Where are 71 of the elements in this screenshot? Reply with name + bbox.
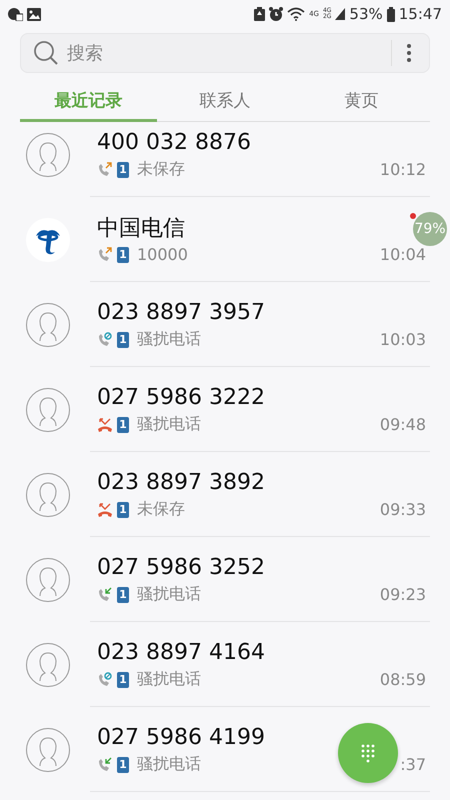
outgoing-call-icon [97, 162, 113, 178]
call-log-item[interactable]: 400 032 8876 1 未保存 10:12 [0, 122, 450, 197]
call-label: 骚扰电话 [137, 414, 202, 435]
call-label: 骚扰电话 [137, 754, 202, 775]
call-log-item[interactable]: 027 5986 3252 1 骚扰电话 09:23 [0, 537, 450, 622]
incoming-call-icon [97, 586, 113, 602]
tab[interactable]: 联系人 [156, 81, 294, 122]
avatar-icon [26, 302, 70, 346]
call-label: 未保存 [137, 159, 186, 180]
incoming-call-icon [97, 756, 113, 772]
call-label: 骚扰电话 [137, 329, 202, 350]
call-log-item[interactable]: 023 8897 3892 1 未保存 09:33 [0, 452, 450, 537]
call-time: 10:04 [380, 245, 426, 264]
phone-number: 中国电信 [97, 215, 185, 243]
phone-number: 027 5986 3222 [97, 384, 265, 412]
phone-number: 027 5986 4199 [97, 724, 265, 752]
search-icon [33, 40, 59, 66]
clock: 15:47 [398, 5, 442, 23]
phone-number: 027 5986 3252 [97, 554, 265, 582]
call-time: :37 [400, 755, 426, 774]
notification-dot [410, 213, 416, 219]
sim-badge: 1 [117, 502, 129, 518]
sim-badge: 1 [117, 332, 129, 348]
sim-badge: 1 [117, 672, 129, 688]
sim-badge: 1 [117, 162, 129, 178]
dialpad-icon [361, 744, 375, 762]
phone-number: 023 8897 3892 [97, 469, 265, 497]
sim-badge: 1 [117, 246, 129, 262]
sim-badge: 1 [117, 586, 129, 602]
battery-saver-icon [254, 7, 266, 21]
image-icon [27, 8, 41, 20]
sim-badge: 1 [117, 756, 129, 772]
avatar-icon [26, 642, 70, 686]
outgoing-call-icon [97, 246, 113, 262]
blocked-call-icon [97, 332, 113, 348]
call-time: 08:59 [380, 670, 426, 689]
search-bar[interactable]: 搜索 [20, 33, 430, 73]
call-log-item[interactable]: 027 5986 3222 1 骚扰电话 09:48 [0, 367, 450, 452]
alarm-icon [269, 7, 284, 21]
blocked-call-icon [97, 672, 113, 688]
tab[interactable]: 黄页 [293, 81, 430, 122]
call-time: 09:48 [380, 415, 426, 434]
call-label: 骚扰电话 [137, 584, 202, 605]
avatar-icon [26, 472, 70, 516]
avatar-icon [26, 728, 70, 772]
logo-icon [26, 218, 70, 262]
call-time: 09:23 [380, 585, 426, 604]
call-time: 09:33 [380, 500, 426, 519]
phone-number: 023 8897 3957 [97, 299, 265, 327]
sim-badge: 1 [117, 416, 129, 432]
call-label: 未保存 [137, 499, 186, 520]
call-label: 10000 [137, 245, 189, 264]
call-log-item[interactable]: 027 5986 4199 1 骚扰电话 :37 [0, 707, 450, 792]
phone-number: 023 8897 4164 [97, 639, 265, 667]
battery-icon [386, 6, 395, 22]
more-options-icon[interactable] [406, 43, 412, 63]
call-label: 骚扰电话 [137, 669, 202, 690]
call-log-item[interactable]: 023 8897 4164 1 骚扰电话 08:59 [0, 622, 450, 707]
battery-percent: 53% [349, 5, 383, 23]
signal-icon [335, 8, 346, 20]
wifi-icon [287, 7, 306, 21]
call-time: 10:03 [380, 330, 426, 349]
search-field[interactable]: 搜索 [65, 42, 391, 64]
avatar-icon [26, 388, 70, 432]
rejected-call-icon [97, 416, 113, 432]
phone-number: 400 032 8876 [97, 129, 251, 157]
call-log-item[interactable]: 023 8897 3957 1 骚扰电话 10:03 [0, 282, 450, 367]
avatar-icon [26, 132, 70, 176]
avatar-icon [26, 558, 70, 602]
call-time: 10:12 [380, 160, 426, 179]
rejected-call-icon [97, 502, 113, 518]
